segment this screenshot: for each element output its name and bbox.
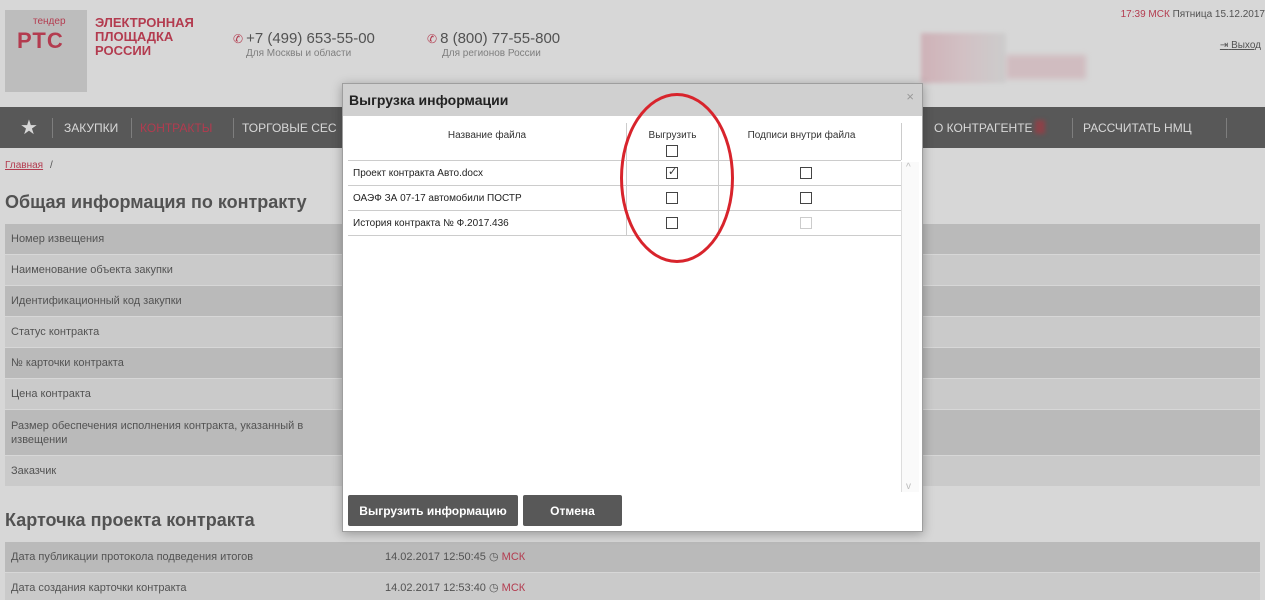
- scroll-up-icon[interactable]: ^: [906, 162, 911, 173]
- column-header-signatures: Подписи внутри файла: [747, 130, 856, 141]
- dialog-header[interactable]: Выгрузка информации ×: [343, 84, 922, 116]
- close-icon[interactable]: ×: [906, 89, 914, 104]
- export-button[interactable]: Выгрузить информацию: [348, 495, 518, 526]
- file-name: ОАЭФ ЗА 07-17 автомобили ПОСТР: [353, 193, 522, 204]
- column-header-file-name: Название файла: [447, 130, 527, 141]
- file-name: Проект контракта Авто.docx: [353, 168, 483, 179]
- dialog-title: Выгрузка информации: [349, 92, 509, 108]
- table-row: История контракта № Ф.2017.436: [348, 211, 901, 236]
- column-divider: [901, 123, 902, 160]
- signatures-checkbox[interactable]: [800, 192, 812, 204]
- signatures-checkbox-disabled: [800, 217, 812, 229]
- table-scrollbar[interactable]: ^ v: [901, 162, 919, 492]
- scroll-down-icon[interactable]: v: [906, 481, 911, 492]
- annotation-circle: [620, 93, 734, 263]
- file-name: История контракта № Ф.2017.436: [353, 218, 509, 229]
- signatures-checkbox[interactable]: [800, 167, 812, 179]
- cancel-button[interactable]: Отмена: [523, 495, 622, 526]
